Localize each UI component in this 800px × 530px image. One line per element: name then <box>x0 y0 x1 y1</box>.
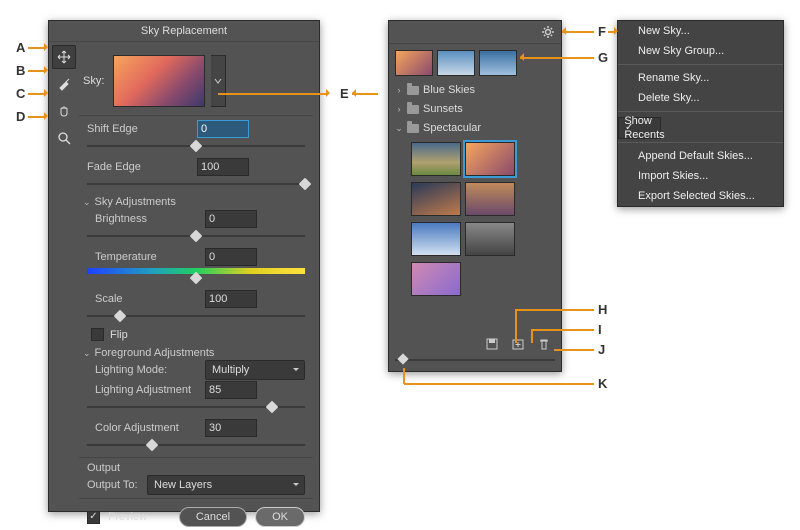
color-adj-slider[interactable] <box>87 439 305 451</box>
chevron-down-icon: ⌄ <box>83 348 91 359</box>
sky-preset-thumb[interactable] <box>465 142 515 176</box>
fade-edge-slider[interactable] <box>87 178 305 190</box>
folder-icon <box>407 86 419 95</box>
recent-skies <box>395 50 555 76</box>
brush-tool[interactable] <box>52 72 76 96</box>
menu-item[interactable]: Rename Sky... <box>618 68 783 88</box>
lighting-mode-label: Lighting Mode: <box>87 364 205 376</box>
move-tool[interactable] <box>52 45 76 69</box>
folder-icon <box>407 105 419 114</box>
chevron-down-icon: ⌄ <box>83 197 91 208</box>
scale-value[interactable]: 100 <box>205 290 257 308</box>
folder-icon <box>407 124 419 133</box>
temperature-label: Temperature <box>87 251 205 263</box>
hand-tool[interactable] <box>52 99 76 123</box>
callout-C: C <box>16 86 25 101</box>
preset-folder[interactable]: ⌄Spectacular <box>395 120 555 136</box>
callout-K: K <box>598 376 607 391</box>
scale-slider[interactable] <box>87 310 305 322</box>
preset-folder[interactable]: ›Blue Skies <box>395 82 555 98</box>
sky-preset-thumb[interactable] <box>411 142 461 176</box>
menu-item[interactable]: Delete Sky... <box>618 88 783 108</box>
save-preset-icon[interactable] <box>485 337 499 351</box>
recent-sky-thumb[interactable] <box>437 50 475 76</box>
fade-edge-label: Fade Edge <box>87 161 197 173</box>
zoom-tool[interactable] <box>52 126 76 150</box>
recent-sky-thumb[interactable] <box>479 50 517 76</box>
delete-preset-icon[interactable] <box>537 337 551 351</box>
shift-edge-value[interactable]: 0 <box>197 120 249 138</box>
lighting-adj-label: Lighting Adjustment <box>87 384 205 396</box>
gear-icon[interactable] <box>541 25 555 39</box>
sky-adjustments-header[interactable]: ⌄ Sky Adjustments <box>83 196 309 208</box>
fade-edge-value[interactable]: 100 <box>197 158 249 176</box>
brightness-label: Brightness <box>87 213 205 225</box>
foreground-adjustments-header[interactable]: ⌄ Foreground Adjustments <box>83 347 309 359</box>
callout-J: J <box>598 342 605 357</box>
lighting-mode-select[interactable]: Multiply <box>205 360 305 380</box>
flip-label: Flip <box>110 329 128 341</box>
menu-item[interactable]: Show Recents <box>618 117 661 139</box>
callout-F: F <box>598 24 606 39</box>
preset-grid <box>411 142 561 296</box>
cancel-button[interactable]: Cancel <box>179 507 247 527</box>
color-adj-label: Color Adjustment <box>87 422 205 434</box>
lighting-adj-value[interactable]: 85 <box>205 381 257 399</box>
sky-preset-panel: ›Blue Skies ›Sunsets ⌄Spectacular <box>388 20 562 372</box>
thumbnail-zoom-slider[interactable] <box>395 355 555 365</box>
callout-D: D <box>16 109 25 124</box>
brightness-value[interactable]: 0 <box>205 210 257 228</box>
scale-label: Scale <box>87 293 205 305</box>
sky-preset-thumb[interactable] <box>411 222 461 256</box>
shift-edge-label: Shift Edge <box>87 123 197 135</box>
callout-I: I <box>598 322 602 337</box>
menu-item[interactable]: New Sky... <box>618 21 783 41</box>
sky-label: Sky: <box>83 75 107 87</box>
dialog-title: Sky Replacement <box>49 21 319 42</box>
recent-sky-thumb[interactable] <box>395 50 433 76</box>
callout-A: A <box>16 40 25 55</box>
temperature-value[interactable]: 0 <box>205 248 257 266</box>
callout-G: G <box>598 50 608 65</box>
preview-label: Preview <box>108 511 171 523</box>
sky-preset-thumb[interactable] <box>465 182 515 216</box>
temperature-slider[interactable] <box>87 272 305 284</box>
preset-folder[interactable]: ›Sunsets <box>395 101 555 117</box>
preset-gear-menu: New Sky...New Sky Group... Rename Sky...D… <box>617 20 784 207</box>
preview-checkbox[interactable] <box>87 511 100 524</box>
brightness-slider[interactable] <box>87 230 305 242</box>
callout-B: B <box>16 63 25 78</box>
menu-item[interactable]: Append Default Skies... <box>618 146 783 166</box>
sky-preset-thumb[interactable] <box>411 262 461 296</box>
shift-edge-slider[interactable] <box>87 140 305 152</box>
sky-preset-thumb[interactable] <box>465 222 515 256</box>
output-header: Output <box>87 462 305 474</box>
menu-item[interactable]: New Sky Group... <box>618 41 783 61</box>
menu-item[interactable]: Import Skies... <box>618 166 783 186</box>
output-to-label: Output To: <box>87 479 147 491</box>
callout-H: H <box>598 302 607 317</box>
new-preset-icon[interactable] <box>511 337 525 351</box>
sky-dropdown[interactable] <box>211 55 226 107</box>
sky-preset-thumb[interactable] <box>411 182 461 216</box>
flip-checkbox[interactable] <box>91 328 104 341</box>
output-to-select[interactable]: New Layers <box>147 475 305 495</box>
lighting-adj-slider[interactable] <box>87 401 305 413</box>
tool-column <box>52 45 74 150</box>
menu-item[interactable]: Export Selected Skies... <box>618 186 783 206</box>
color-adj-value[interactable]: 30 <box>205 419 257 437</box>
ok-button[interactable]: OK <box>255 507 305 527</box>
sky-preview-thumb <box>113 55 205 107</box>
